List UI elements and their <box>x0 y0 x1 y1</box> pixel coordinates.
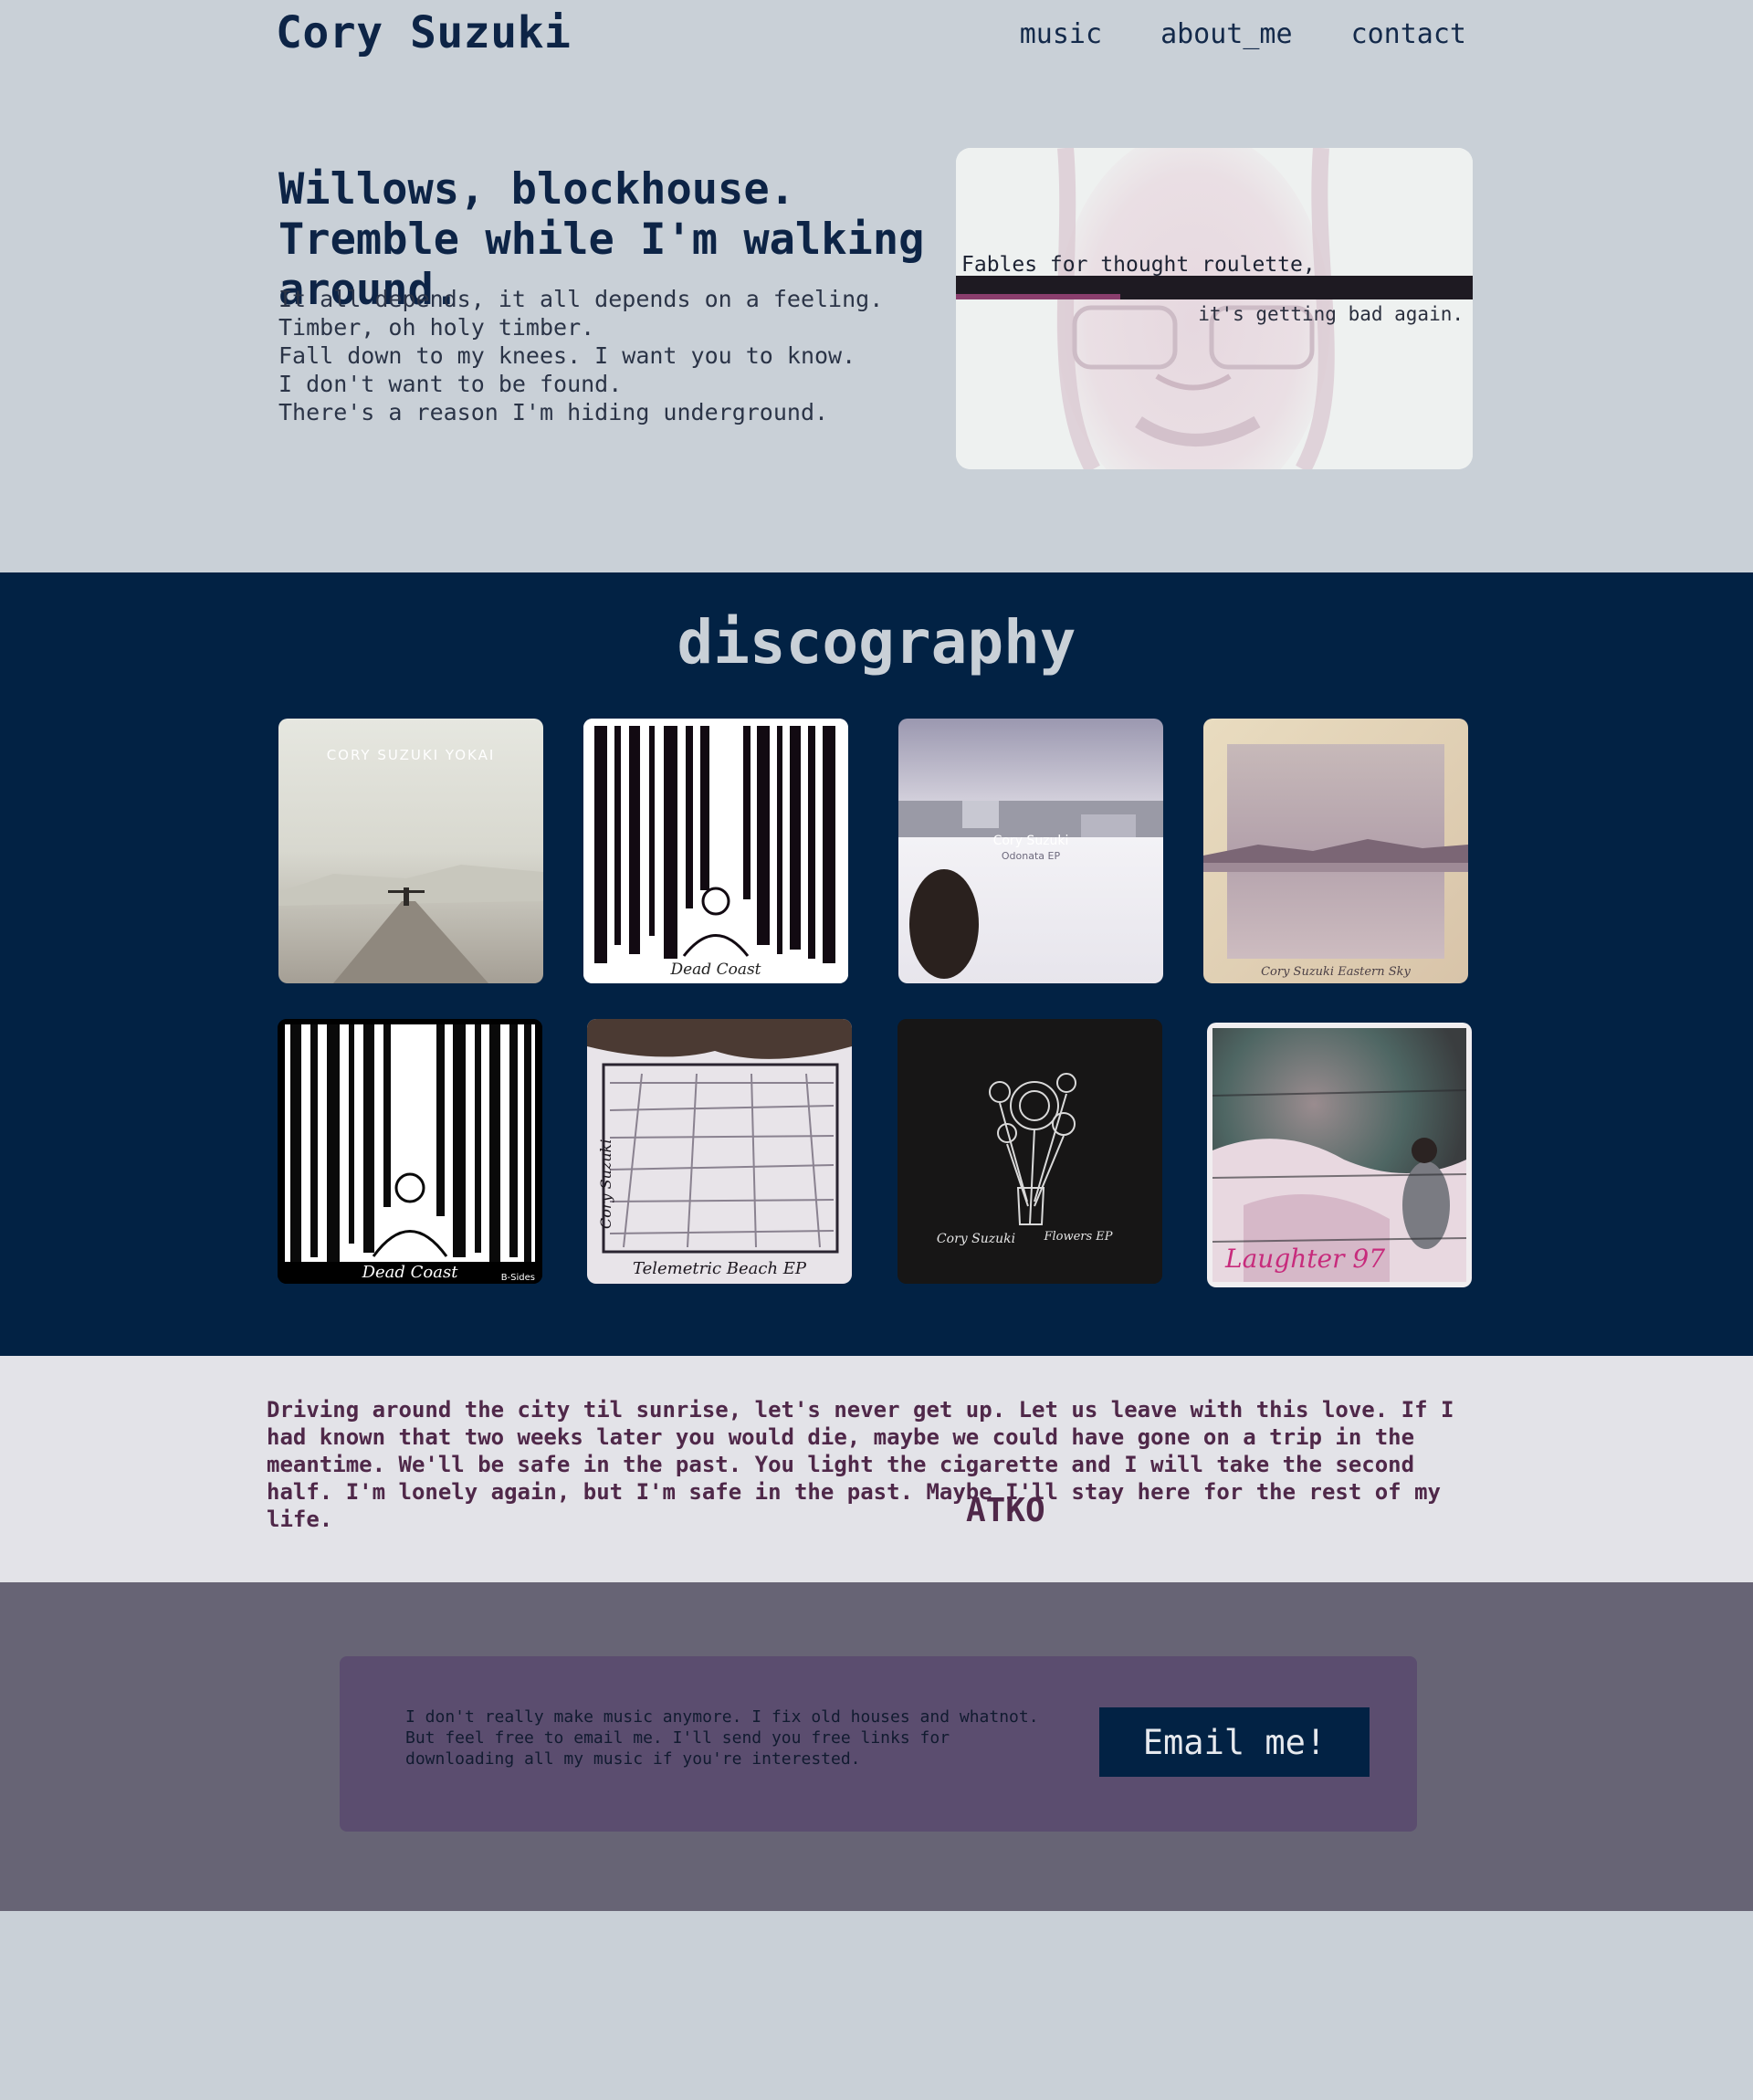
album-cover-dead-coast[interactable]: Dead Coast <box>583 719 848 983</box>
nav-about-me[interactable]: about_me <box>1160 18 1293 50</box>
album-cover-flowers-ep[interactable]: Cory Suzuki Flowers EP <box>897 1019 1162 1284</box>
quote-section: Driving around the city til sunrise, let… <box>0 1356 1753 1582</box>
lyric-line: Timber, oh holy timber. <box>278 314 595 341</box>
album-cover-text: Odonata EP <box>1002 850 1061 862</box>
lyric-line: There's a reason I'm hiding underground. <box>278 399 829 425</box>
album-cover-text: Cory Suzuki Eastern Sky <box>1261 965 1411 979</box>
site-title[interactable]: Cory Suzuki <box>276 7 571 58</box>
contact-section: I don't really make music anymore. I fix… <box>0 1582 1753 1911</box>
hero-portrait-photo: Fables for thought roulette, it's gettin… <box>956 148 1473 469</box>
album-cover-odonata-ep[interactable]: Cory Suzuki Odonata EP <box>898 719 1163 983</box>
hero-lyrics: It all depends, it all depends on a feel… <box>278 285 918 426</box>
album-cover-yokai[interactable]: CORY SUZUKI YOKAI <box>278 719 543 983</box>
album-cover-text: Flowers EP <box>1043 1230 1112 1244</box>
discography-title: discography <box>677 607 1076 677</box>
contact-card: I don't really make music anymore. I fix… <box>340 1656 1417 1832</box>
album-cover-text: Cory Suzuki <box>597 1139 614 1229</box>
lyric-line: It all depends, it all depends on a feel… <box>278 286 884 312</box>
contact-text: I don't really make music anymore. I fix… <box>405 1707 1039 1769</box>
nav-contact[interactable]: contact <box>1351 18 1466 50</box>
photo-caption-line-2: it's getting bad again. <box>1198 303 1464 325</box>
album-cover-text: Cory Suzuki <box>993 834 1069 848</box>
album-cover-text: Telemetric Beach EP <box>633 1259 807 1278</box>
quote-text: Driving around the city til sunrise, let… <box>267 1397 1454 1532</box>
email-me-button[interactable]: Email me! <box>1099 1707 1370 1777</box>
photo-caption-line-1: Fables for thought roulette, <box>961 253 1316 277</box>
album-cover-laughter-97[interactable]: Laughter 97 <box>1207 1023 1472 1287</box>
album-cover-text: CORY SUZUKI YOKAI <box>327 747 496 763</box>
album-cover-text: Laughter 97 <box>1224 1244 1385 1274</box>
album-cover-text: Cory Suzuki <box>937 1232 1015 1246</box>
album-cover-text: Dead Coast <box>362 1263 459 1282</box>
lyric-line: Fall down to my knees. I want you to kno… <box>278 342 856 369</box>
album-cover-dead-coast-b-sides[interactable]: Dead Coast B-Sides <box>278 1019 542 1284</box>
quote-attribution: ATKO <box>966 1492 1045 1529</box>
album-cover-telemetric-beach-ep[interactable]: Cory Suzuki Telemetric Beach EP <box>587 1019 852 1284</box>
main-nav: music about_me contact <box>1020 18 1466 50</box>
discography-section: discography CORY SUZUKI YOKAI Dead Coast… <box>0 572 1753 1356</box>
album-cover-text: Dead Coast <box>669 961 761 979</box>
nav-music[interactable]: music <box>1020 18 1102 50</box>
album-cover-text: B-Sides <box>501 1273 535 1283</box>
lyric-line: I don't want to be found. <box>278 371 623 397</box>
album-cover-eastern-sky[interactable]: Cory Suzuki Eastern Sky <box>1203 719 1468 983</box>
